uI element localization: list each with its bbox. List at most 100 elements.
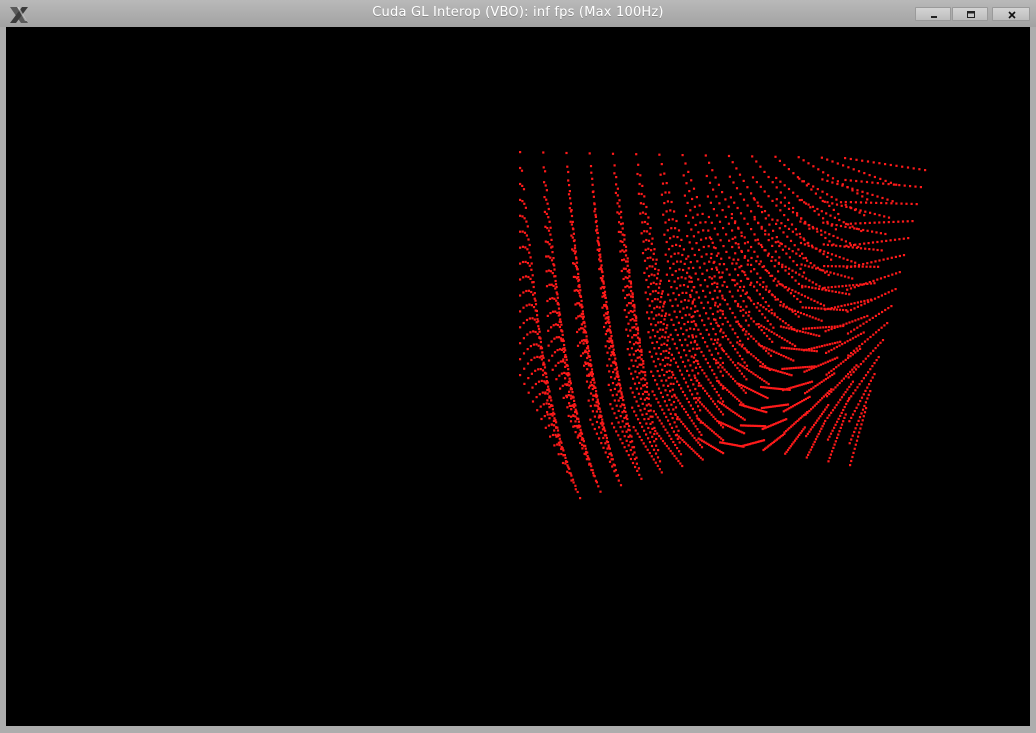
- point-2772: [846, 258, 849, 261]
- point-1260: [647, 331, 650, 334]
- point-3373: [863, 411, 867, 414]
- point-2706: [827, 174, 830, 177]
- minimize-button[interactable]: [915, 7, 951, 21]
- point-987: [640, 353, 643, 356]
- point-1607: [689, 209, 692, 212]
- maximize-button[interactable]: [952, 7, 988, 21]
- point-480: [568, 190, 571, 193]
- point-103: [543, 415, 546, 418]
- point-3224: [907, 237, 910, 240]
- point-2321: [791, 276, 794, 279]
- point-1600: [710, 252, 713, 256]
- point-2313: [764, 249, 767, 252]
- point-2296: [757, 222, 760, 225]
- point-1450: [687, 335, 690, 338]
- point-815: [611, 361, 615, 364]
- point-2377: [775, 333, 778, 337]
- point-2274: [787, 218, 790, 221]
- point-3288: [855, 347, 858, 350]
- point-2346: [773, 295, 776, 298]
- point-1084: [637, 404, 640, 407]
- point-2190: [738, 382, 741, 386]
- point-1380: [660, 193, 663, 196]
- point-1524: [689, 404, 692, 407]
- point-1893: [718, 290, 721, 293]
- point-1849: [719, 239, 722, 242]
- point-2320: [787, 272, 790, 275]
- point-1165: [658, 286, 661, 289]
- point-3221: [893, 238, 897, 241]
- point-1108: [656, 456, 660, 459]
- point-3265: [880, 294, 883, 297]
- gl-canvas[interactable]: [6, 27, 1030, 726]
- point-1845: [707, 215, 710, 219]
- point-1535: [683, 408, 686, 411]
- point-392: [565, 373, 569, 376]
- point-2697: [800, 430, 804, 433]
- point-1573: [699, 456, 702, 459]
- point-1512: [695, 401, 698, 404]
- point-1594: [693, 205, 696, 208]
- point-496: [571, 220, 574, 223]
- point-2966: [873, 212, 876, 216]
- point-1353: [665, 182, 668, 185]
- point-1465: [688, 349, 691, 352]
- point-2365: [784, 322, 787, 325]
- point-1837: [728, 239, 731, 242]
- point-661: [591, 423, 594, 426]
- point-2820: [802, 327, 805, 330]
- point-3145: [839, 426, 842, 429]
- point-636: [597, 416, 600, 419]
- point-618: [589, 381, 592, 384]
- point-3292: [866, 338, 869, 341]
- close-button[interactable]: [992, 7, 1030, 21]
- point-3103: [853, 366, 856, 369]
- point-1684: [698, 314, 701, 317]
- point-2397: [787, 357, 790, 360]
- point-2590: [808, 315, 811, 318]
- point-1245: [646, 311, 649, 314]
- point-639: [603, 434, 606, 437]
- point-918: [618, 205, 621, 208]
- point-3113: [840, 396, 844, 399]
- point-2122: [752, 302, 756, 306]
- point-2843: [823, 344, 826, 347]
- point-572: [582, 321, 585, 324]
- point-2874: [822, 379, 825, 382]
- title-bar[interactable]: Cuda GL Interop (VBO): inf fps (Max 100H…: [0, 0, 1036, 27]
- point-1471: [670, 318, 673, 321]
- point-904: [618, 199, 621, 202]
- point-2177: [741, 365, 744, 368]
- point-1428: [671, 273, 674, 276]
- point-2934: [868, 174, 871, 177]
- point-1712: [696, 343, 699, 346]
- point-1614: [708, 260, 711, 263]
- point-1547: [678, 418, 681, 421]
- point-587: [584, 339, 587, 342]
- point-876: [621, 430, 624, 433]
- point-1664: [721, 336, 724, 339]
- point-83: [535, 343, 538, 346]
- point-666: [602, 446, 605, 449]
- point-139: [542, 356, 545, 359]
- point-3340: [866, 386, 869, 389]
- point-1182: [663, 318, 666, 321]
- point-1464: [686, 344, 689, 347]
- point-1041: [636, 365, 639, 368]
- point-258: [547, 229, 551, 232]
- point-2201: [760, 393, 763, 397]
- point-124: [539, 340, 542, 344]
- point-1657: [704, 295, 707, 298]
- point-1031: [644, 384, 647, 387]
- point-285: [549, 226, 552, 229]
- point-2980: [866, 229, 869, 232]
- point-1625: [698, 248, 701, 251]
- point-133: [551, 433, 555, 437]
- point-1710: [691, 336, 694, 339]
- point-2955: [821, 199, 824, 203]
- point-3109: [833, 406, 836, 409]
- point-1816: [708, 181, 712, 184]
- point-1382: [665, 210, 668, 213]
- point-1416: [677, 277, 680, 280]
- point-12: [519, 342, 522, 345]
